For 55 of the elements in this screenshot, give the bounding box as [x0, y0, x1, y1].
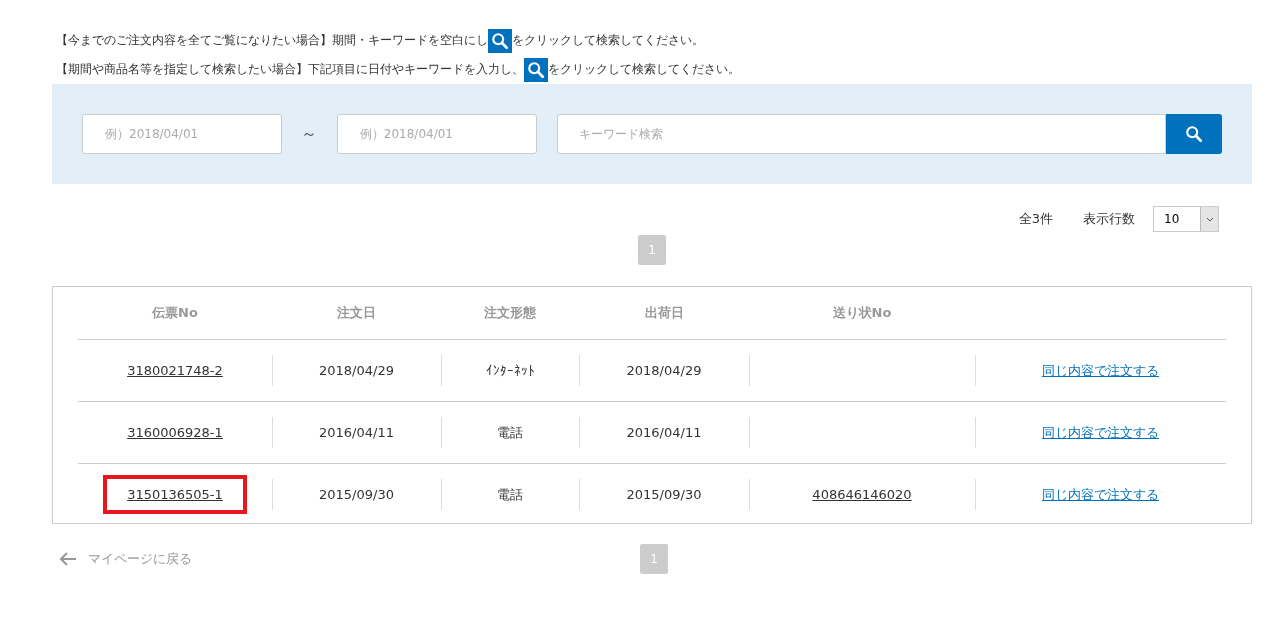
column-divider	[441, 355, 442, 386]
column-divider	[975, 355, 976, 386]
total-count: 全3件	[1018, 210, 1053, 228]
column-header: 送り状No	[832, 304, 892, 322]
chevron-down-icon	[1205, 216, 1214, 222]
column-divider	[272, 479, 273, 510]
instruction-text: 【期間や商品名等を指定して検索したい場合】下記項目に日付やキーワードを入力し、	[56, 61, 524, 78]
back-link[interactable]: マイページに戻る	[52, 550, 640, 568]
column-divider	[579, 479, 580, 510]
column-divider	[272, 355, 273, 386]
arrow-left-icon	[58, 551, 78, 567]
order-type: 電話	[497, 423, 523, 442]
column-header: 伝票No	[152, 304, 198, 322]
order-date: 2016/04/11	[319, 425, 394, 440]
keyword-search-field[interactable]: キーワード検索	[556, 114, 1167, 154]
instruction-text: をクリックして検索してください。	[512, 32, 704, 49]
rows-per-page-label: 表示行数	[1083, 210, 1135, 228]
search-button[interactable]	[1166, 114, 1223, 154]
slip-number-link[interactable]: 3160006928-1	[103, 413, 247, 452]
instruction-text: をクリックして検索してください。	[548, 61, 740, 78]
instruction-text: 【今までのご注文内容を全てご覧になりたい場合】期間・キーワードを空白にし	[56, 32, 488, 49]
reorder-link[interactable]: 同じ内容で注文する	[1042, 361, 1159, 380]
order-date: 2018/04/29	[319, 363, 394, 378]
ship-date: 2018/04/29	[626, 363, 702, 378]
slip-number-link[interactable]: 3150136505-1	[103, 475, 247, 514]
column-divider	[441, 417, 442, 448]
order-date: 2015/09/30	[319, 487, 394, 502]
order-type: ｲﾝﾀｰﾈｯﾄ	[485, 363, 535, 378]
invoice-number-link[interactable]: 408646146020	[812, 487, 912, 502]
ship-date: 2016/04/11	[626, 425, 702, 440]
column-divider	[272, 417, 273, 448]
slip-number-link[interactable]: 3180021748-2	[103, 351, 247, 390]
column-divider	[579, 417, 580, 448]
search-icon	[1185, 125, 1204, 143]
search-icon	[524, 57, 548, 82]
ship-date: 2015/09/30	[626, 487, 702, 502]
column-divider	[749, 417, 750, 448]
reorder-link[interactable]: 同じ内容で注文する	[1042, 485, 1159, 504]
order-type: 電話	[497, 485, 523, 504]
reorder-link[interactable]: 同じ内容で注文する	[1042, 423, 1159, 442]
column-header: 注文日	[337, 304, 376, 322]
back-link-text: マイページに戻る	[88, 550, 192, 568]
search-icon	[488, 28, 512, 53]
rows-per-page-select[interactable]: 10	[1153, 206, 1219, 232]
column-divider	[579, 355, 580, 386]
column-divider	[441, 479, 442, 510]
date-from-field[interactable]: 例）2018/04/01	[82, 114, 282, 154]
date-to-field[interactable]: 例）2018/04/01	[336, 114, 537, 154]
column-divider	[749, 355, 750, 386]
column-divider	[749, 479, 750, 510]
column-divider	[975, 479, 976, 510]
column-header: 出荷日	[644, 304, 684, 322]
column-header: 注文形態	[484, 304, 536, 322]
column-divider	[975, 417, 976, 448]
range-separator: ～	[300, 123, 319, 145]
